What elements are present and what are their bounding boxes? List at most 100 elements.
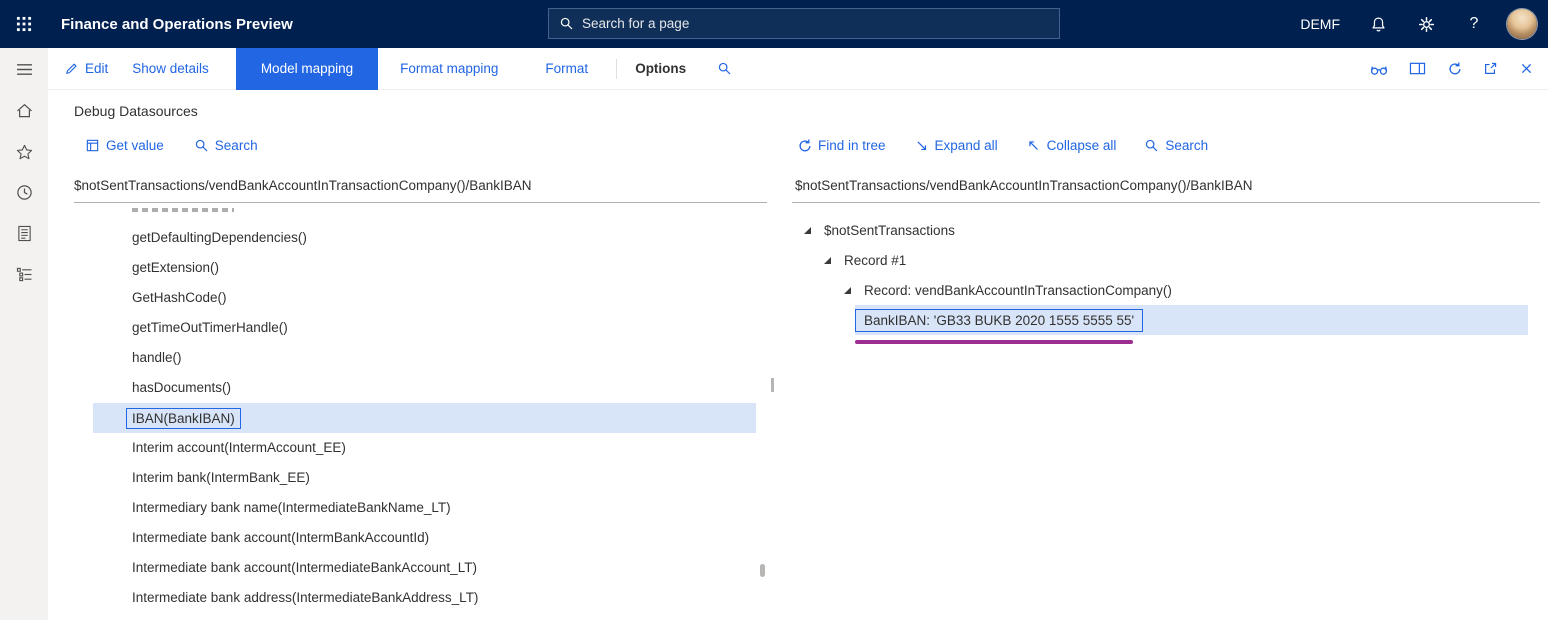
model-mapping-label: Model mapping: [261, 61, 353, 76]
options-label: Options: [635, 61, 686, 76]
list-item[interactable]: getTimeOutTimerHandle(): [93, 313, 756, 343]
list-item[interactable]: handle(): [93, 343, 756, 373]
help-button[interactable]: ?: [1450, 0, 1498, 48]
page-search-input[interactable]: [582, 16, 1049, 31]
action-pane-search-button[interactable]: [717, 61, 732, 76]
open-in-new-window-button[interactable]: [1483, 61, 1498, 76]
right-search-button[interactable]: Search: [1144, 138, 1208, 153]
get-value-button[interactable]: Get value: [85, 138, 164, 153]
app-launcher-grid-icon: [16, 16, 32, 32]
app-launcher-button[interactable]: [0, 0, 48, 48]
top-navigation-bar: Finance and Operations Preview DEMF: [0, 0, 1548, 48]
glasses-icon: [1370, 62, 1388, 76]
list-item[interactable]: Interim account(IntermAccount_EE): [93, 433, 756, 463]
list-item[interactable]: IBAN(BankIBAN): [93, 403, 756, 433]
left-path-text: $notSentTransactions/vendBankAccountInTr…: [74, 178, 532, 193]
expand-all-icon: [914, 138, 929, 153]
expanded-caret-icon[interactable]: [844, 287, 851, 294]
saved-views-button[interactable]: [1370, 62, 1388, 76]
document-icon: [17, 225, 32, 242]
list-item-label: hasDocuments(): [132, 380, 231, 395]
settings-button[interactable]: [1402, 0, 1450, 48]
tree-node[interactable]: $notSentTransactions: [790, 215, 1542, 245]
list-item-label: getTimeOutTimerHandle(): [132, 320, 288, 335]
user-avatar: [1507, 9, 1537, 39]
list-item[interactable]: getDefaultingDependencies(): [93, 223, 756, 253]
refresh-button[interactable]: [1447, 61, 1462, 76]
list-item-label: getDefaultingDependencies(): [132, 230, 307, 245]
scrollbar-thumb[interactable]: [771, 378, 774, 392]
tree-node[interactable]: Record: vendBankAccountInTransactionComp…: [790, 275, 1542, 305]
get-value-label: Get value: [106, 138, 164, 153]
pencil-icon: [64, 61, 79, 76]
question-mark-icon: ?: [1470, 15, 1479, 33]
data-tree: $notSentTransactions Record #1 Record: ven…: [790, 215, 1542, 344]
right-pane-toolbar: Find in tree Expand all Collapse all: [797, 138, 1208, 153]
tab-format[interactable]: Format: [545, 61, 588, 76]
list-item[interactable]: Intermediary bank name(IntermediateBankN…: [93, 493, 756, 523]
nav-favorites-button[interactable]: [0, 131, 48, 172]
tree-node-label: Record: vendBankAccountInTransactionComp…: [864, 283, 1172, 298]
tab-format-mapping[interactable]: Format mapping: [400, 61, 498, 76]
tree-node-label: $notSentTransactions: [824, 223, 955, 238]
list-item[interactable]: hasDocuments(): [93, 373, 756, 403]
list-item[interactable]: Intermediate bank account(IntermBankAcco…: [93, 523, 756, 553]
right-path-input[interactable]: $notSentTransactions/vendBankAccountInTr…: [792, 178, 1540, 203]
tree-node[interactable]: BankIBAN: 'GB33 BUKB 2020 1555 5555 55': [855, 305, 1528, 335]
search-icon: [559, 16, 574, 31]
account-button[interactable]: [1498, 0, 1546, 48]
attachments-pane-button[interactable]: [1409, 61, 1426, 76]
scrollbar-thumb[interactable]: [760, 564, 765, 577]
close-button[interactable]: [1519, 61, 1534, 76]
list-item-label: Intermediate bank address(IntermediateBa…: [132, 590, 478, 605]
show-details-button[interactable]: Show details: [132, 61, 209, 76]
list-item-label: getExtension(): [132, 260, 219, 275]
company-selector[interactable]: DEMF: [1294, 16, 1354, 32]
star-icon: [16, 144, 33, 160]
list-item-label: Intermediate bank account(IntermediateBa…: [132, 560, 477, 575]
app-window: Finance and Operations Preview DEMF: [0, 0, 1548, 620]
left-search-button[interactable]: Search: [194, 138, 258, 153]
page-search-box[interactable]: [548, 8, 1060, 39]
close-icon: [1519, 61, 1534, 76]
bell-icon: [1370, 16, 1387, 33]
list-item-label: handle(): [132, 350, 182, 365]
list-item[interactable]: GetHashCode(): [93, 283, 756, 313]
tree-node-label: Record #1: [844, 253, 906, 268]
format-label: Format: [545, 61, 588, 76]
list-item[interactable]: getExtension(): [93, 253, 756, 283]
list-item-label: Intermediate bank account(IntermBankAcco…: [132, 530, 429, 545]
expanded-caret-icon[interactable]: [824, 257, 831, 264]
expand-navigation-button[interactable]: [0, 48, 48, 90]
clipped-list-item: [132, 208, 234, 212]
debug-datasources-panel: Debug Datasources Get value Search: [48, 90, 1548, 620]
left-path-input[interactable]: $notSentTransactions/vendBankAccountInTr…: [74, 178, 767, 203]
edit-label: Edit: [85, 61, 108, 76]
popout-icon: [1483, 61, 1498, 76]
list-item-label: Interim bank(IntermBank_EE): [132, 470, 310, 485]
list-item-label: IBAN(BankIBAN): [126, 408, 241, 429]
find-in-tree-button[interactable]: Find in tree: [797, 138, 886, 153]
toolbar-divider: [616, 59, 617, 79]
collapse-all-label: Collapse all: [1047, 138, 1117, 153]
collapse-all-button[interactable]: Collapse all: [1026, 138, 1117, 153]
nav-modules-button[interactable]: [0, 254, 48, 295]
gear-icon: [1418, 16, 1435, 33]
list-item[interactable]: Interim bank(IntermBank_EE): [93, 463, 756, 493]
nav-workspaces-button[interactable]: [0, 213, 48, 254]
edit-button[interactable]: Edit: [64, 61, 108, 76]
list-item[interactable]: Intermediate bank address(IntermediateBa…: [93, 583, 756, 613]
collapse-all-icon: [1026, 138, 1041, 153]
expanded-caret-icon[interactable]: [804, 227, 811, 234]
nav-recent-button[interactable]: [0, 172, 48, 213]
app-title[interactable]: Finance and Operations Preview: [61, 0, 293, 48]
nav-home-button[interactable]: [0, 90, 48, 131]
tree-node[interactable]: Record #1: [790, 245, 1542, 275]
tab-model-mapping[interactable]: Model mapping: [236, 48, 378, 90]
tab-options[interactable]: Options: [635, 61, 686, 76]
list-item[interactable]: Intermediate bank account(IntermediateBa…: [93, 553, 756, 583]
left-navigation-rail: [0, 48, 48, 620]
action-pane: Edit Show details Model mapping Format m…: [48, 48, 1548, 90]
notifications-button[interactable]: [1354, 0, 1402, 48]
expand-all-button[interactable]: Expand all: [914, 138, 998, 153]
